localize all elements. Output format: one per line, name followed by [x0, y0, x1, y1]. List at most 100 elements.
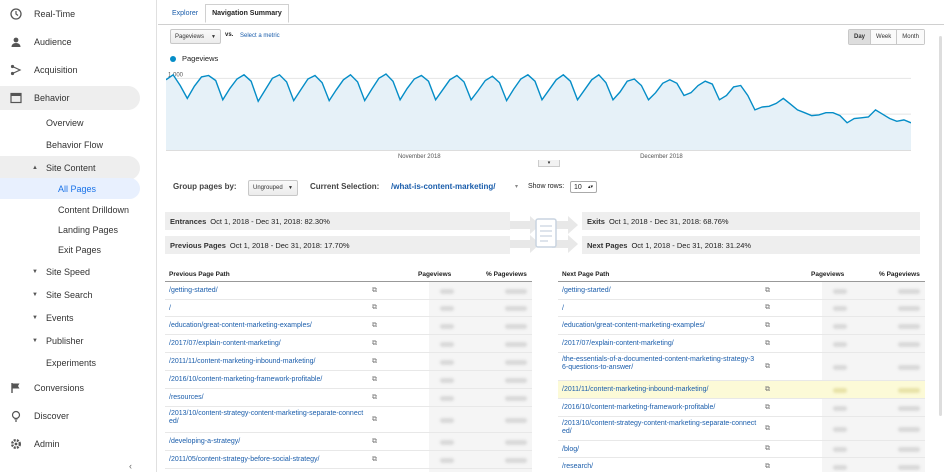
open-link-icon[interactable]: ⧉	[765, 445, 770, 453]
page-path-link[interactable]: /resources/	[169, 394, 364, 402]
page-path-link[interactable]: /research/	[562, 463, 757, 471]
open-link-icon[interactable]: ⧉	[765, 340, 770, 348]
open-link-icon[interactable]: ⧉	[372, 376, 377, 384]
nav-all-pages[interactable]: All Pages	[0, 178, 140, 199]
open-link-icon[interactable]: ⧉	[765, 386, 770, 394]
group-pages-label: Group pages by:	[173, 182, 237, 191]
week-button[interactable]: Week	[871, 30, 898, 44]
nav-overview[interactable]: Overview	[0, 111, 140, 135]
page-path-link[interactable]: /2017/07/explain-content-marketing/	[562, 340, 757, 348]
caret-down-icon: ▼	[32, 292, 38, 298]
selection-dropdown-icon[interactable]: ▾	[515, 183, 518, 190]
caret-down-icon: ▼	[32, 269, 38, 275]
page-path-link[interactable]: /2013/10/content-strategy-content-market…	[169, 410, 364, 426]
x-tick-label: December 2018	[640, 154, 683, 160]
table-row[interactable]: /getting-started/ ⧉	[558, 282, 925, 300]
blurred-pct-pageviews	[505, 457, 527, 463]
open-link-icon[interactable]: ⧉	[372, 456, 377, 464]
scrollbar[interactable]	[939, 36, 942, 416]
gear-icon	[9, 437, 23, 451]
page-path-link[interactable]: /blog/	[562, 446, 757, 454]
open-link-icon[interactable]: ⧉	[372, 394, 377, 402]
page-path-link[interactable]: /2011/11/content-marketing-inbound-marke…	[169, 358, 364, 366]
metric-select-value: Pageviews	[175, 33, 205, 40]
table-row[interactable]: /the-essentials-of-a-documented-content-…	[558, 353, 925, 381]
open-link-icon[interactable]: ⧉	[372, 340, 377, 348]
table-row[interactable]: /2011/11/content-marketing-inbound-marke…	[558, 381, 925, 399]
page-path-link[interactable]: /2013/10/content-strategy-content-market…	[562, 420, 757, 436]
nav-acquisition[interactable]: Acquisition	[0, 58, 140, 82]
nav-conversions[interactable]: Conversions	[0, 376, 140, 400]
open-link-icon[interactable]: ⧉	[765, 463, 770, 471]
table-row[interactable]: /developing-a-strategy/ ⧉	[165, 433, 532, 451]
nav-behavior[interactable]: Behavior	[0, 86, 140, 110]
page-path-link[interactable]: /2011/11/content-marketing-inbound-marke…	[562, 386, 757, 394]
open-link-icon[interactable]: ⧉	[372, 304, 377, 312]
nav-experiments[interactable]: Experiments	[0, 351, 140, 375]
select-metric-link[interactable]: Select a metric	[240, 33, 280, 39]
table-row[interactable]: /education/great-content-marketing-examp…	[165, 317, 532, 335]
collapse-chevron-icon[interactable]: ‹	[129, 461, 132, 471]
current-selection-value[interactable]: /what-is-content-marketing/	[391, 182, 495, 191]
nav-exit-pages[interactable]: Exit Pages	[0, 238, 140, 262]
table-row[interactable]: /2013/10/content-strategy-content-market…	[165, 407, 532, 433]
nav-behavior-flow[interactable]: Behavior Flow	[0, 133, 140, 157]
tab-explorer[interactable]: Explorer	[165, 4, 205, 23]
open-link-icon[interactable]: ⧉	[372, 416, 377, 424]
table-row[interactable]: /2016/10/content-marketing-framework-pro…	[165, 371, 532, 389]
table-row[interactable]: /2013/10/content-strategy-content-market…	[558, 417, 925, 441]
table-row[interactable]: /research/ ⧉	[558, 458, 925, 472]
page-path-link[interactable]: /2016/10/content-marketing-framework-pro…	[169, 376, 364, 384]
nav-site-content[interactable]: ▲ Site Content	[0, 156, 140, 180]
open-link-icon[interactable]: ⧉	[372, 358, 377, 366]
table-row[interactable]: /education/great-content-marketing-examp…	[558, 317, 925, 335]
metric-select[interactable]: Pageviews ▼	[170, 29, 221, 44]
page-path-link[interactable]: /	[169, 305, 364, 313]
page-path-link[interactable]: /	[562, 305, 757, 313]
nav-site-speed[interactable]: ▼ Site Speed	[0, 260, 140, 284]
table-row[interactable]: /blog/ ⧉	[558, 441, 925, 458]
open-link-icon[interactable]: ⧉	[765, 304, 770, 312]
table-row[interactable]: / ⧉	[558, 300, 925, 317]
page-path-link[interactable]: /2011/05/content-strategy-before-social-…	[169, 456, 364, 464]
table-row[interactable]: /2017/07/explain-content-marketing/ ⧉	[558, 335, 925, 353]
nav-real-time[interactable]: Real-Time	[0, 2, 140, 26]
table-row[interactable]: /getting-started/ ⧉	[165, 282, 532, 300]
page-path-link[interactable]: /education/great-content-marketing-examp…	[169, 322, 364, 330]
open-link-icon[interactable]: ⧉	[765, 363, 770, 371]
page-path-link[interactable]: /getting-started/	[169, 287, 364, 295]
nav-publisher[interactable]: ▼ Publisher	[0, 329, 140, 353]
next-pages-label: Next Pages	[587, 240, 628, 250]
page-path-link[interactable]: /2016/10/content-marketing-framework-pro…	[562, 404, 757, 412]
chart-resize-handle[interactable]: ▾	[538, 160, 560, 167]
tab-navigation-summary[interactable]: Navigation Summary	[205, 4, 289, 23]
page-path-link[interactable]: /the-essentials-of-a-documented-content-…	[562, 356, 757, 372]
blurred-pageviews	[833, 288, 847, 294]
nav-site-search[interactable]: ▼ Site Search	[0, 283, 140, 307]
open-link-icon[interactable]: ⧉	[765, 287, 770, 295]
open-link-icon[interactable]: ⧉	[765, 404, 770, 412]
page-path-link[interactable]: /education/great-content-marketing-examp…	[562, 322, 757, 330]
nav-discover[interactable]: Discover	[0, 404, 140, 428]
page-path-link[interactable]: /2017/07/explain-content-marketing/	[169, 340, 364, 348]
table-row[interactable]: /2017/07/explain-content-marketing/ ⧉	[165, 335, 532, 353]
nav-admin[interactable]: Admin	[0, 432, 140, 456]
nav-events[interactable]: ▼ Events	[0, 306, 140, 330]
table-row[interactable]: /2011/11/content-marketing-inbound-marke…	[165, 353, 532, 371]
day-button[interactable]: Day	[849, 30, 872, 44]
open-link-icon[interactable]: ⧉	[372, 322, 377, 330]
open-link-icon[interactable]: ⧉	[372, 287, 377, 295]
group-pages-select[interactable]: Ungrouped ▼	[248, 180, 298, 196]
table-row[interactable]: / ⧉	[165, 300, 532, 317]
table-row[interactable]: /resources/ ⧉	[165, 389, 532, 407]
month-button[interactable]: Month	[897, 30, 924, 44]
page-path-link[interactable]: /getting-started/	[562, 287, 757, 295]
show-rows-select[interactable]: 10 ▴▾	[570, 181, 597, 193]
open-link-icon[interactable]: ⧉	[372, 438, 377, 446]
open-link-icon[interactable]: ⧉	[765, 425, 770, 433]
page-path-link[interactable]: /developing-a-strategy/	[169, 438, 364, 446]
nav-audience[interactable]: Audience	[0, 30, 140, 54]
open-link-icon[interactable]: ⧉	[765, 322, 770, 330]
table-row[interactable]: /2011/05/content-strategy-before-social-…	[165, 451, 532, 469]
table-row[interactable]: /2016/10/content-marketing-framework-pro…	[558, 399, 925, 417]
